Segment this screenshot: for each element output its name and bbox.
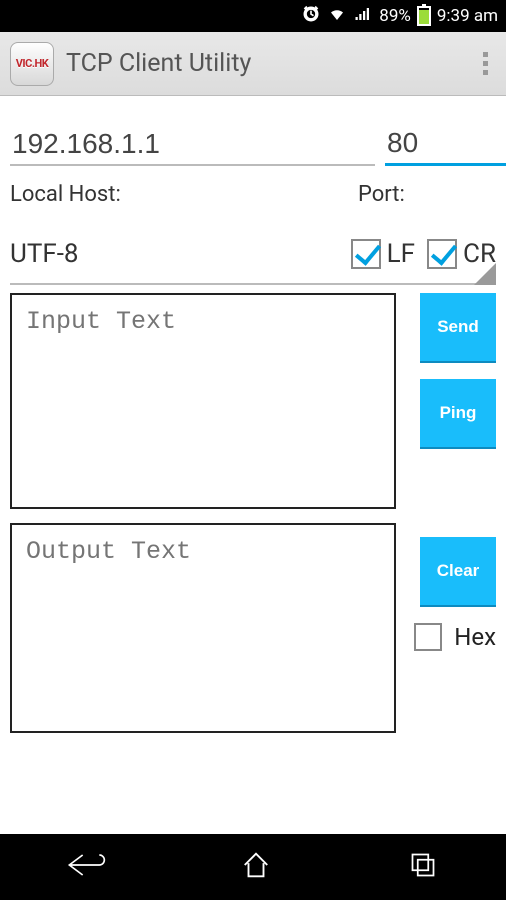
- back-button[interactable]: [36, 839, 136, 895]
- local-host-label: Local Host:: [10, 182, 358, 207]
- android-status-bar: 89% 9:39 am: [0, 0, 506, 32]
- recent-apps-button[interactable]: [376, 839, 470, 895]
- android-nav-bar: [0, 834, 506, 900]
- clock: 9:39 am: [437, 6, 498, 26]
- encoding-row: UTF-8 LF CR: [10, 239, 496, 269]
- wifi-icon: [327, 5, 347, 28]
- home-button[interactable]: [209, 838, 303, 896]
- ping-button[interactable]: Ping: [420, 379, 496, 447]
- app-title: TCP Client Utility: [66, 49, 475, 78]
- alarm-icon: [301, 4, 321, 29]
- port-label: Port:: [358, 182, 496, 207]
- battery-pct: 89%: [379, 6, 411, 26]
- hex-label: Hex: [454, 623, 496, 651]
- host-port-labels: Local Host: Port:: [10, 182, 496, 207]
- signal-icon: [353, 5, 373, 28]
- io-area: Send Ping Clear Hex: [10, 293, 496, 733]
- lf-checkbox[interactable]: [351, 239, 381, 269]
- send-button[interactable]: Send: [420, 293, 496, 361]
- app-icon: VIC.HK: [10, 42, 54, 86]
- lf-label: LF: [387, 239, 415, 269]
- ip-input[interactable]: [10, 124, 375, 166]
- connection-row: Connect: [10, 110, 496, 166]
- cr-checkbox[interactable]: [427, 239, 457, 269]
- input-textarea[interactable]: [10, 293, 396, 509]
- hex-row: Hex: [414, 623, 496, 651]
- overflow-menu-button[interactable]: [475, 44, 496, 83]
- clear-button[interactable]: Clear: [420, 537, 496, 605]
- action-bar: VIC.HK TCP Client Utility: [0, 32, 506, 96]
- battery-icon: [417, 6, 431, 26]
- main-content: Connect Local Host: Port: UTF-8 LF CR Se…: [0, 96, 506, 834]
- hex-checkbox[interactable]: [414, 623, 442, 651]
- encoding-select-handle[interactable]: [10, 275, 496, 285]
- port-input[interactable]: [385, 123, 506, 166]
- encoding-select-value[interactable]: UTF-8: [10, 239, 339, 269]
- output-textarea[interactable]: [10, 523, 396, 733]
